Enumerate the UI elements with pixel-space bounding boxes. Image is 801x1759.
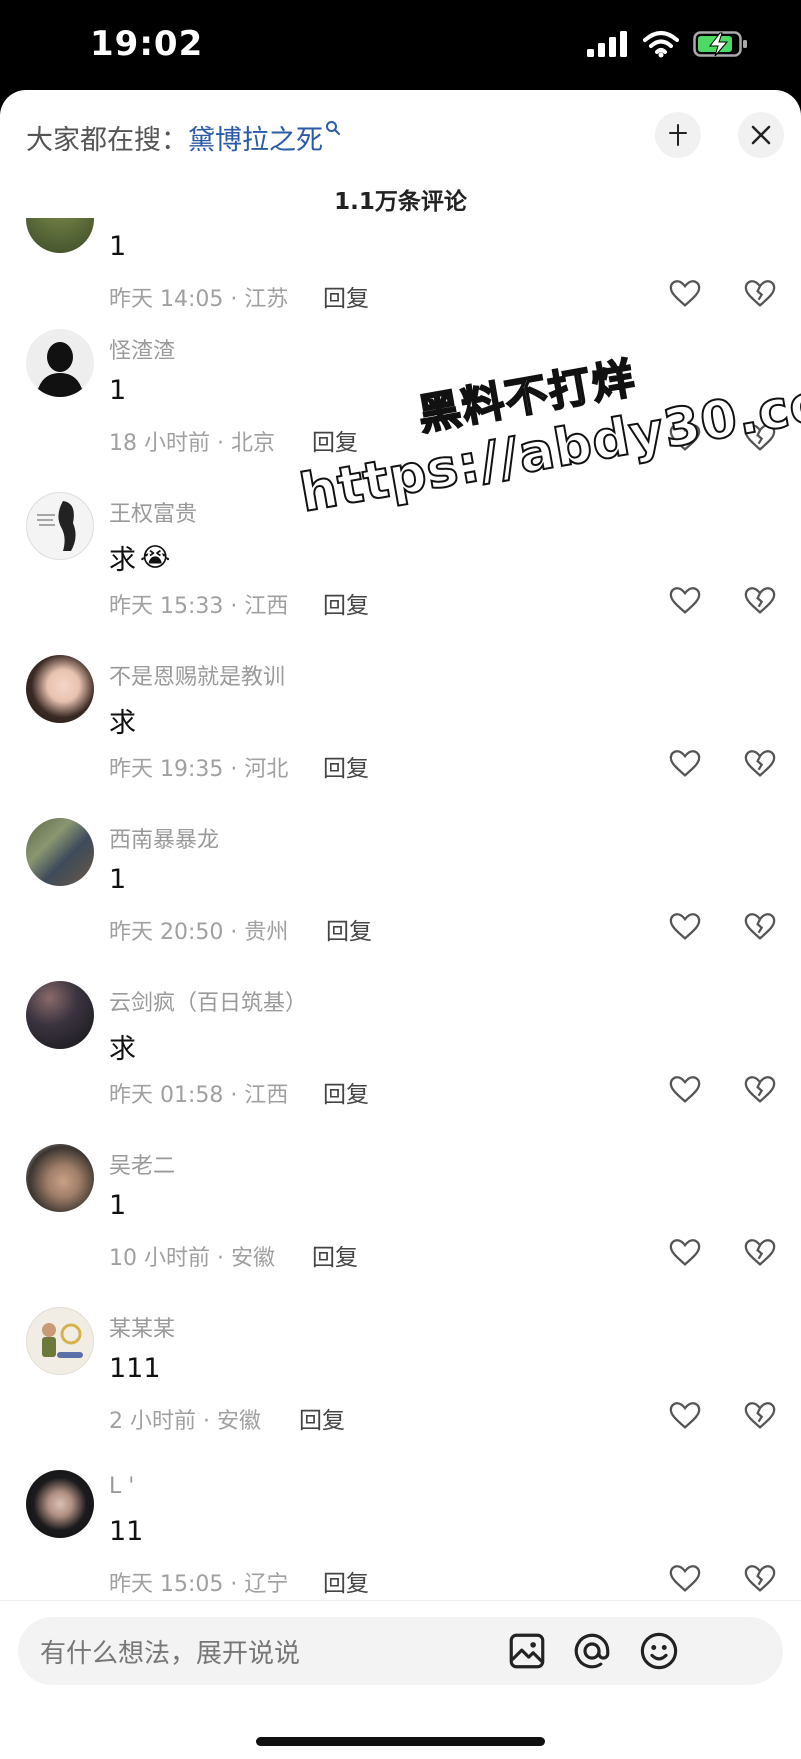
reply-button[interactable]: 回复	[323, 1564, 369, 1598]
username[interactable]: 某某某	[109, 1311, 175, 1343]
comment-text: 11	[109, 1516, 144, 1547]
reply-button[interactable]: 回复	[323, 1075, 369, 1109]
heart-icon[interactable]	[668, 277, 702, 311]
comment-item: 吴老二 1 10 小时前 · 安徽 回复	[0, 1144, 801, 1307]
broken-heart-icon[interactable]	[743, 277, 777, 311]
comment-input-bar: 有什么想法，展开说说	[0, 1600, 801, 1759]
comment-meta: 10 小时前 · 安徽	[109, 1246, 275, 1271]
signal-icon	[587, 31, 627, 57]
broken-heart-icon[interactable]	[743, 747, 777, 781]
username[interactable]: 西南暴暴龙	[109, 822, 219, 854]
avatar[interactable]	[26, 1144, 94, 1212]
comment-text: 求 😭	[109, 542, 171, 577]
avatar[interactable]	[26, 218, 94, 253]
status-time: 19:02	[90, 24, 204, 64]
avatar[interactable]	[26, 818, 94, 886]
comment-sheet: 大家都在搜：黛博拉之死 1.1万条评论 1 昨天 14:05 · 江苏 回复 怪…	[0, 90, 801, 1758]
status-icons	[587, 30, 749, 58]
comment-text: 1	[109, 864, 127, 895]
broken-heart-icon[interactable]	[743, 910, 777, 944]
comment-item: 不是恩赐就是教训 求 昨天 19:35 · 河北 回复	[0, 655, 801, 818]
crying-emoji: 😭	[140, 542, 171, 573]
emoji-icon[interactable]	[638, 1630, 680, 1672]
search-prefix: 大家都在搜：	[26, 125, 188, 156]
heart-icon[interactable]	[668, 1562, 702, 1596]
heart-icon[interactable]	[668, 1399, 702, 1433]
search-suggestion[interactable]: 大家都在搜：黛博拉之死	[26, 118, 341, 157]
reply-button[interactable]: 回复	[299, 1401, 345, 1435]
username[interactable]: 云剑疯（百日筑基）	[109, 985, 307, 1017]
comment-meta: 昨天 14:05 · 江苏	[109, 287, 289, 312]
status-bar: 19:02	[0, 0, 801, 90]
username[interactable]: 王权富贵	[109, 496, 197, 528]
reply-button[interactable]: 回复	[312, 1238, 358, 1272]
username[interactable]: 吴老二	[109, 1148, 175, 1180]
avatar[interactable]	[26, 981, 94, 1049]
comment-meta: 昨天 20:50 · 贵州	[109, 920, 289, 945]
username[interactable]: 不是恩赐就是教训	[109, 659, 285, 691]
username[interactable]: L '	[109, 1474, 134, 1499]
comment-item: 王权富贵 求 😭 昨天 15:33 · 江西 回复	[0, 492, 801, 655]
comment-count: 1.1万条评论	[334, 189, 467, 215]
comment-text: 求	[109, 708, 136, 739]
comment-meta: 昨天 19:35 · 河北	[109, 757, 289, 782]
broken-heart-icon[interactable]	[743, 421, 777, 455]
heart-icon[interactable]	[668, 747, 702, 781]
broken-heart-icon[interactable]	[743, 1236, 777, 1270]
reply-button[interactable]: 回复	[323, 749, 369, 783]
battery-charging-icon	[693, 31, 747, 57]
comment-text: 求	[109, 1034, 136, 1065]
avatar[interactable]	[26, 492, 94, 560]
comment-text: 1	[109, 1190, 127, 1221]
comment-meta: 昨天 01:58 · 江西	[109, 1083, 289, 1108]
reply-button[interactable]: 回复	[323, 586, 369, 620]
comment-meta: 昨天 15:33 · 江西	[109, 594, 289, 619]
avatar[interactable]	[26, 1470, 94, 1538]
heart-icon[interactable]	[668, 1236, 702, 1270]
broken-heart-icon[interactable]	[743, 1562, 777, 1596]
broken-heart-icon[interactable]	[743, 1399, 777, 1433]
image-icon[interactable]	[506, 1630, 548, 1672]
avatar[interactable]	[26, 329, 94, 397]
reply-button[interactable]: 回复	[312, 423, 358, 457]
at-icon[interactable]	[571, 1630, 613, 1672]
username[interactable]: 怪渣渣	[109, 333, 175, 365]
close-icon	[751, 125, 771, 145]
search-icon	[326, 121, 340, 135]
heart-icon[interactable]	[668, 910, 702, 944]
comment-text: 1	[109, 231, 127, 262]
heart-icon[interactable]	[668, 584, 702, 618]
broken-heart-icon[interactable]	[743, 1073, 777, 1107]
comment-input[interactable]: 有什么想法，展开说说	[18, 1617, 783, 1685]
wifi-icon	[643, 31, 679, 58]
broken-heart-icon[interactable]	[743, 584, 777, 618]
reply-button[interactable]: 回复	[323, 279, 369, 313]
comment-item: 某某某 111 2 小时前 · 安徽 回复	[0, 1307, 801, 1470]
avatar[interactable]	[26, 1307, 94, 1375]
search-keyword[interactable]: 黛博拉之死	[188, 125, 323, 156]
home-indicator	[256, 1737, 545, 1746]
collapse-icon	[669, 124, 687, 146]
collapse-button[interactable]	[655, 112, 701, 158]
comment-item: 云剑疯（百日筑基） 求 昨天 01:58 · 江西 回复	[0, 981, 801, 1144]
reply-button[interactable]: 回复	[326, 912, 372, 946]
comment-meta: 18 小时前 · 北京	[109, 431, 275, 456]
close-button[interactable]	[738, 112, 784, 158]
comment-input-placeholder: 有什么想法，展开说说	[40, 1639, 301, 1669]
comment-list[interactable]: 1 昨天 14:05 · 江苏 回复 怪渣渣 1 18 小时前 · 北京 回复 …	[0, 218, 801, 1618]
avatar[interactable]	[26, 655, 94, 723]
comment-item: L ' 11 昨天 15:05 · 辽宁 回复	[0, 1470, 801, 1618]
heart-icon[interactable]	[668, 1073, 702, 1107]
comment-text: 111	[109, 1353, 161, 1384]
comment-item: 西南暴暴龙 1 昨天 20:50 · 贵州 回复	[0, 818, 801, 981]
comment-text: 1	[109, 375, 127, 406]
comment-meta: 2 小时前 · 安徽	[109, 1409, 261, 1434]
comment-meta: 昨天 15:05 · 辽宁	[109, 1572, 289, 1597]
comment-item: 怪渣渣 1 18 小时前 · 北京 回复	[0, 329, 801, 492]
heart-icon[interactable]	[668, 421, 702, 455]
